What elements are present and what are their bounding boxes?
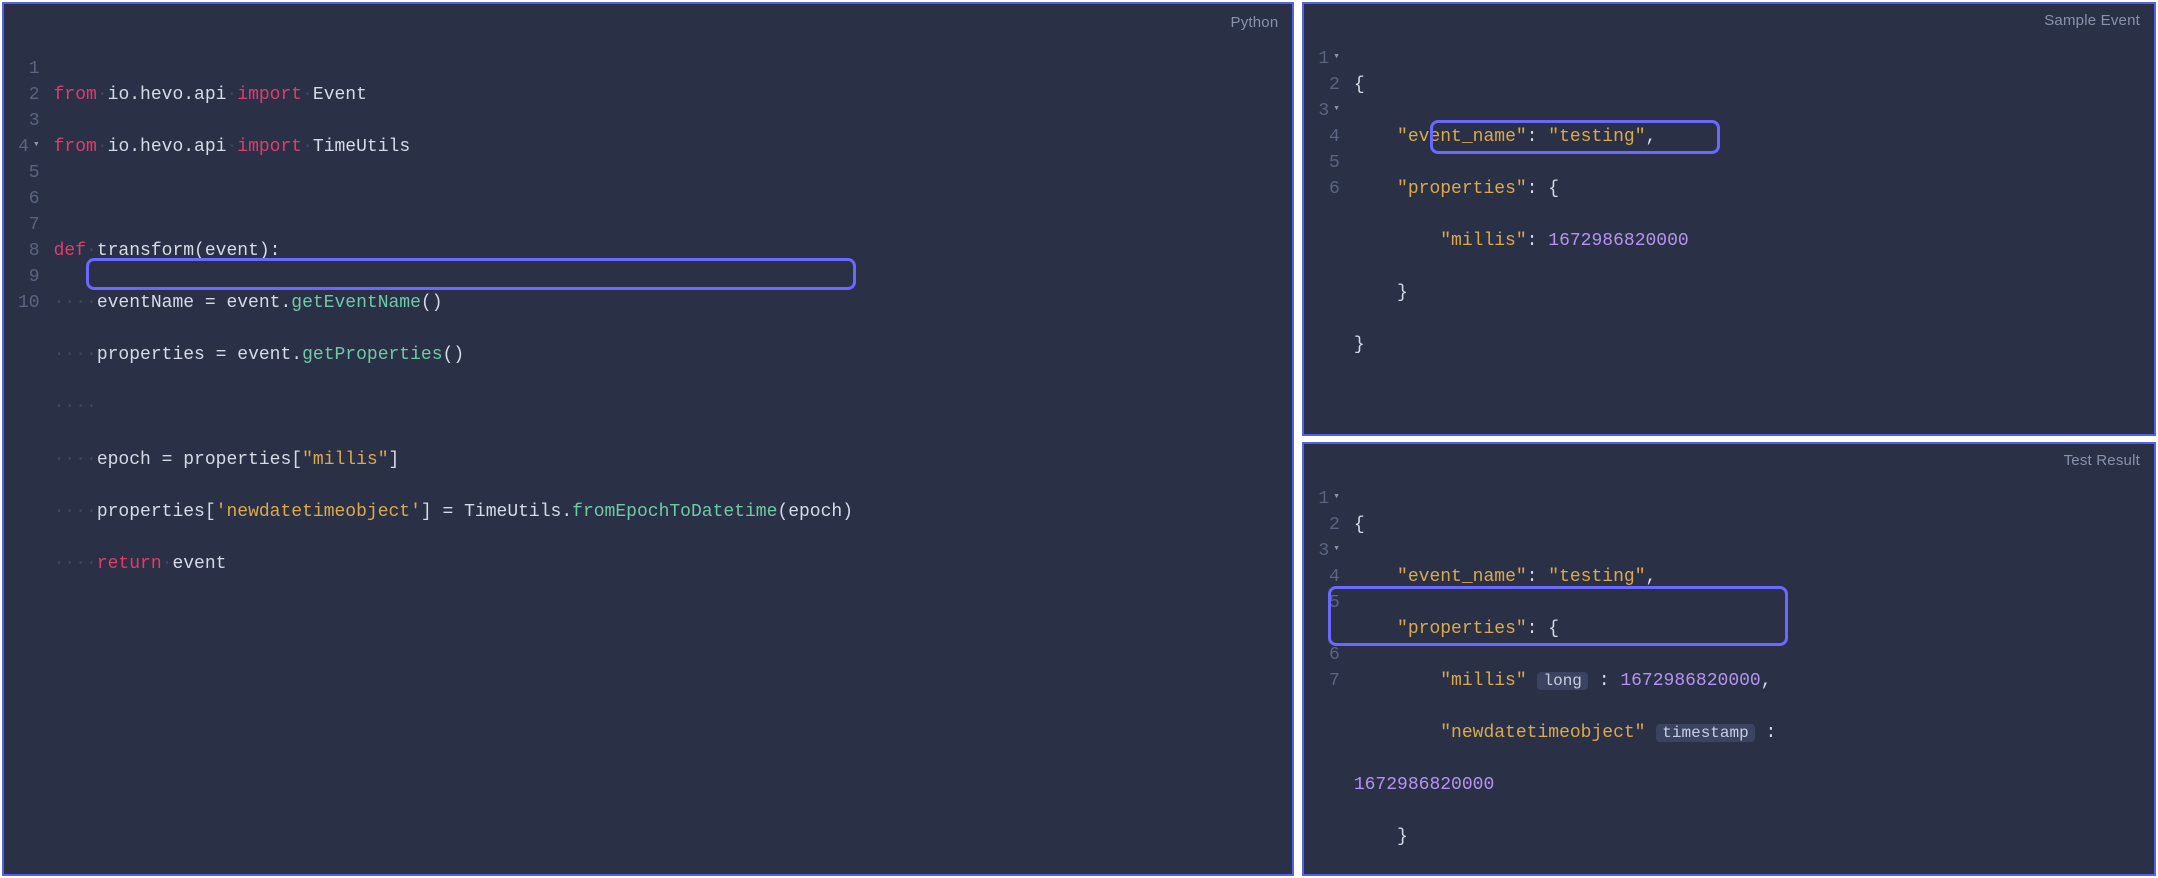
line-number: 4▾ <box>18 134 40 160</box>
sample-event-panel: Sample Event 1▾ 2 3▾ 4 5 6 { "event_name… <box>1302 2 2156 436</box>
line-number: 7 <box>18 212 40 238</box>
code-gutter: 1 2 3 4▾ 5 6 7 8 9 10 <box>4 56 54 864</box>
line-number: 8 <box>18 238 40 264</box>
result-content[interactable]: { "event_name": "testing", "properties":… <box>1354 486 2154 874</box>
type-badge: timestamp <box>1656 724 1754 742</box>
line-number: 6 <box>1318 642 1339 668</box>
line-number: 9 <box>18 264 40 290</box>
fold-icon[interactable]: ▾ <box>1329 102 1340 118</box>
fold-icon[interactable]: ▾ <box>1329 50 1340 66</box>
sample-content[interactable]: { "event_name": "testing", "properties":… <box>1354 46 2154 411</box>
line-number: 4 <box>1318 564 1339 590</box>
sample-gutter: 1▾ 2 3▾ 4 5 6 <box>1304 46 1353 424</box>
line-number: 4 <box>1318 124 1339 150</box>
line-number: 6 <box>18 186 40 212</box>
result-gutter: 1▾ 2 3▾ 4 5 6 7 <box>1304 486 1353 864</box>
line-number: 2 <box>1318 72 1339 98</box>
result-panel-title: Test Result <box>1304 444 2154 476</box>
line-number: 1▾ <box>1318 46 1339 72</box>
code-panel-title: Python <box>4 4 1292 38</box>
test-result-panel: Test Result 1▾ 2 3▾ 4 5 6 7 { "event_nam… <box>1302 442 2156 876</box>
line-number: 5 <box>1318 150 1339 176</box>
fold-icon[interactable]: ▾ <box>29 138 40 154</box>
code-editor[interactable]: 1 2 3 4▾ 5 6 7 8 9 10 from·io.hevo.api·i… <box>4 38 1292 874</box>
line-number: 1▾ <box>1318 486 1339 512</box>
line-number: 2 <box>18 82 40 108</box>
line-number: 3 <box>18 108 40 134</box>
sample-panel-title: Sample Event <box>1304 4 2154 36</box>
line-number: 2 <box>1318 512 1339 538</box>
fold-icon[interactable]: ▾ <box>1329 542 1340 558</box>
code-editor-panel: Python 1 2 3 4▾ 5 6 7 8 9 10 from·io.hev… <box>2 2 1294 876</box>
code-content[interactable]: from·io.hevo.api·import·Event from·io.he… <box>54 56 1293 629</box>
type-badge: long <box>1537 672 1587 690</box>
line-number: 10 <box>18 290 40 316</box>
line-number: 1 <box>18 56 40 82</box>
line-number: 5 <box>1318 590 1339 616</box>
line-number <box>1318 616 1339 642</box>
line-number: 3▾ <box>1318 538 1339 564</box>
right-pane: Sample Event 1▾ 2 3▾ 4 5 6 { "event_name… <box>1302 2 2156 876</box>
line-number: 3▾ <box>1318 98 1339 124</box>
line-number: 6 <box>1318 176 1339 202</box>
line-number: 5 <box>18 160 40 186</box>
sample-editor[interactable]: 1▾ 2 3▾ 4 5 6 { "event_name": "testing",… <box>1304 36 2154 434</box>
app-root: Python 1 2 3 4▾ 5 6 7 8 9 10 from·io.hev… <box>0 0 2158 878</box>
fold-icon[interactable]: ▾ <box>1329 490 1340 506</box>
result-editor[interactable]: 1▾ 2 3▾ 4 5 6 7 { "event_name": "testing… <box>1304 476 2154 874</box>
line-number: 7 <box>1318 668 1339 694</box>
